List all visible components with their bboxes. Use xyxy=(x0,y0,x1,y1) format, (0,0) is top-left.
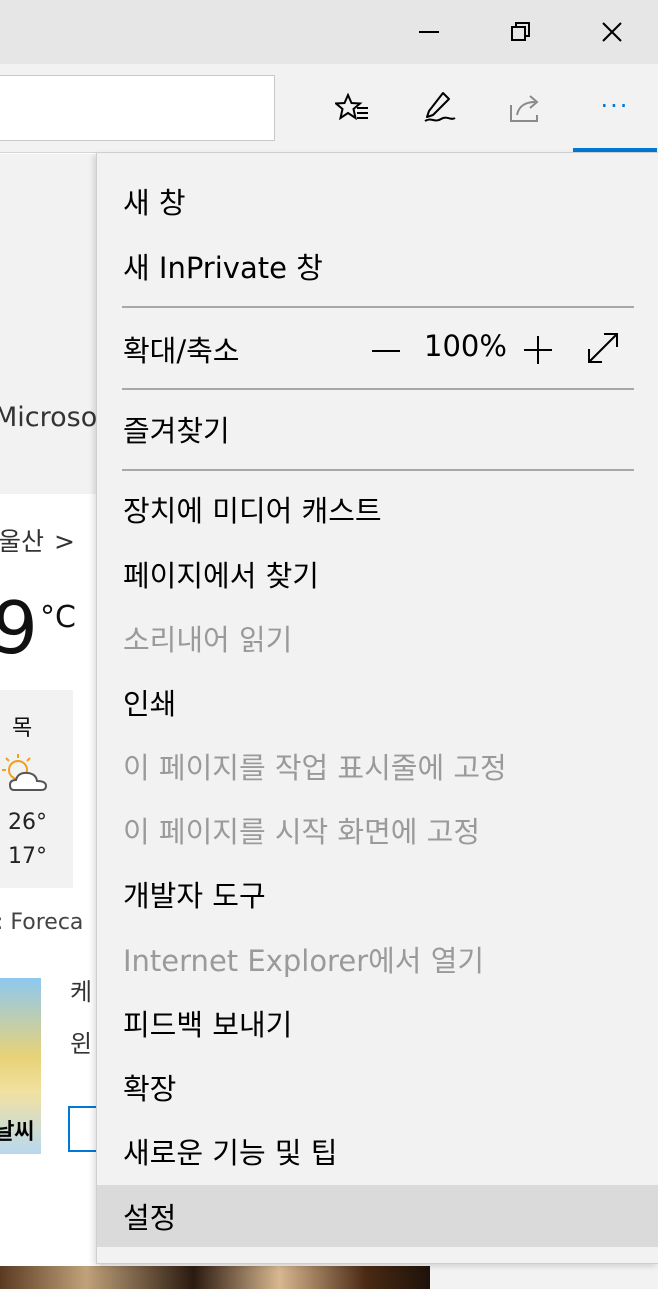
city-name: 울산 xyxy=(0,527,45,556)
minimize-button[interactable] xyxy=(383,0,475,64)
browser-toolbar: ··· xyxy=(0,64,658,153)
menu-divider xyxy=(122,388,634,390)
close-icon xyxy=(602,22,622,42)
menu-item-whats-new[interactable]: 새로운 기능 및 팁 xyxy=(97,1120,658,1182)
fullscreen-expand-icon xyxy=(588,333,618,363)
menu-item-developer-tools[interactable]: 개발자 도구 xyxy=(97,863,658,925)
menu-divider xyxy=(122,306,634,308)
menu-item-find-on-page[interactable]: 페이지에서 찾기 xyxy=(97,543,658,605)
favorites-button[interactable] xyxy=(310,64,394,152)
menu-item-pin-taskbar: 이 페이지를 작업 표시줄에 고정 xyxy=(123,751,507,785)
partly-sunny-icon xyxy=(0,752,50,800)
zoom-label: 확대/축소 xyxy=(123,334,240,368)
menu-item-open-ie: Internet Explorer에서 열기 xyxy=(123,944,485,978)
more-ellipsis-icon: ··· xyxy=(600,92,630,120)
menu-item-print[interactable]: 인쇄 xyxy=(97,671,658,733)
thumbnail-caption: 날씨 xyxy=(0,1120,35,1145)
title-bar xyxy=(0,0,658,64)
menu-item-send-feedback[interactable]: 피드백 보내기 xyxy=(97,992,658,1054)
settings-more-menu: 새 창 새 InPrivate 창 확대/축소 100% 즐겨찾기 장치에 미디… xyxy=(96,153,658,1264)
menu-item-pin-start: 이 페이지를 시작 화면에 고정 xyxy=(123,815,481,849)
more-button[interactable]: ··· xyxy=(573,64,657,152)
menu-item-extensions[interactable]: 확장 xyxy=(97,1056,658,1118)
favorites-list-icon xyxy=(335,93,368,121)
forecast-high: 26° xyxy=(8,810,47,835)
forecast-day: 목 xyxy=(12,716,33,741)
web-note-button[interactable] xyxy=(397,64,481,152)
menu-item-favorites[interactable]: 즐겨찾기 xyxy=(97,398,658,460)
menu-item-cast-media[interactable]: 장치에 미디어 캐스트 xyxy=(97,478,658,540)
menu-divider xyxy=(122,469,634,471)
forecast-low: 17° xyxy=(8,844,47,869)
menu-item-new-window[interactable]: 새 창 xyxy=(97,170,658,232)
web-note-pen-icon xyxy=(424,92,456,122)
share-button[interactable] xyxy=(484,64,568,152)
temperature-unit: °C xyxy=(40,600,76,635)
headline-fragment: 케 xyxy=(70,978,93,1006)
microsoft-text: Microso xyxy=(0,402,98,433)
current-temperature: 9 xyxy=(0,586,38,670)
close-window-button[interactable] xyxy=(566,0,658,64)
zoom-in-button[interactable] xyxy=(521,333,555,367)
headline-fragment: 윈 xyxy=(70,1030,93,1058)
restore-icon xyxy=(511,22,530,41)
menu-item-new-inprivate-window[interactable]: 새 InPrivate 창 xyxy=(97,235,658,297)
address-bar[interactable] xyxy=(0,75,275,141)
minus-icon xyxy=(372,350,400,352)
weather-source: : Foreca xyxy=(0,910,84,935)
fullscreen-button[interactable] xyxy=(583,328,623,368)
menu-item-settings[interactable]: 설정 xyxy=(97,1185,658,1247)
chevron-right-icon: > xyxy=(54,527,75,556)
minimize-icon xyxy=(419,31,439,33)
news-photo[interactable] xyxy=(0,1266,430,1289)
share-icon xyxy=(510,95,539,122)
zoom-level: 100% xyxy=(424,329,507,363)
menu-item-read-aloud: 소리내어 읽기 xyxy=(123,623,293,657)
restore-button[interactable] xyxy=(475,0,567,64)
weather-city-link[interactable]: 울산 > xyxy=(0,522,75,558)
plus-icon xyxy=(524,336,552,364)
zoom-out-button[interactable] xyxy=(369,334,403,368)
